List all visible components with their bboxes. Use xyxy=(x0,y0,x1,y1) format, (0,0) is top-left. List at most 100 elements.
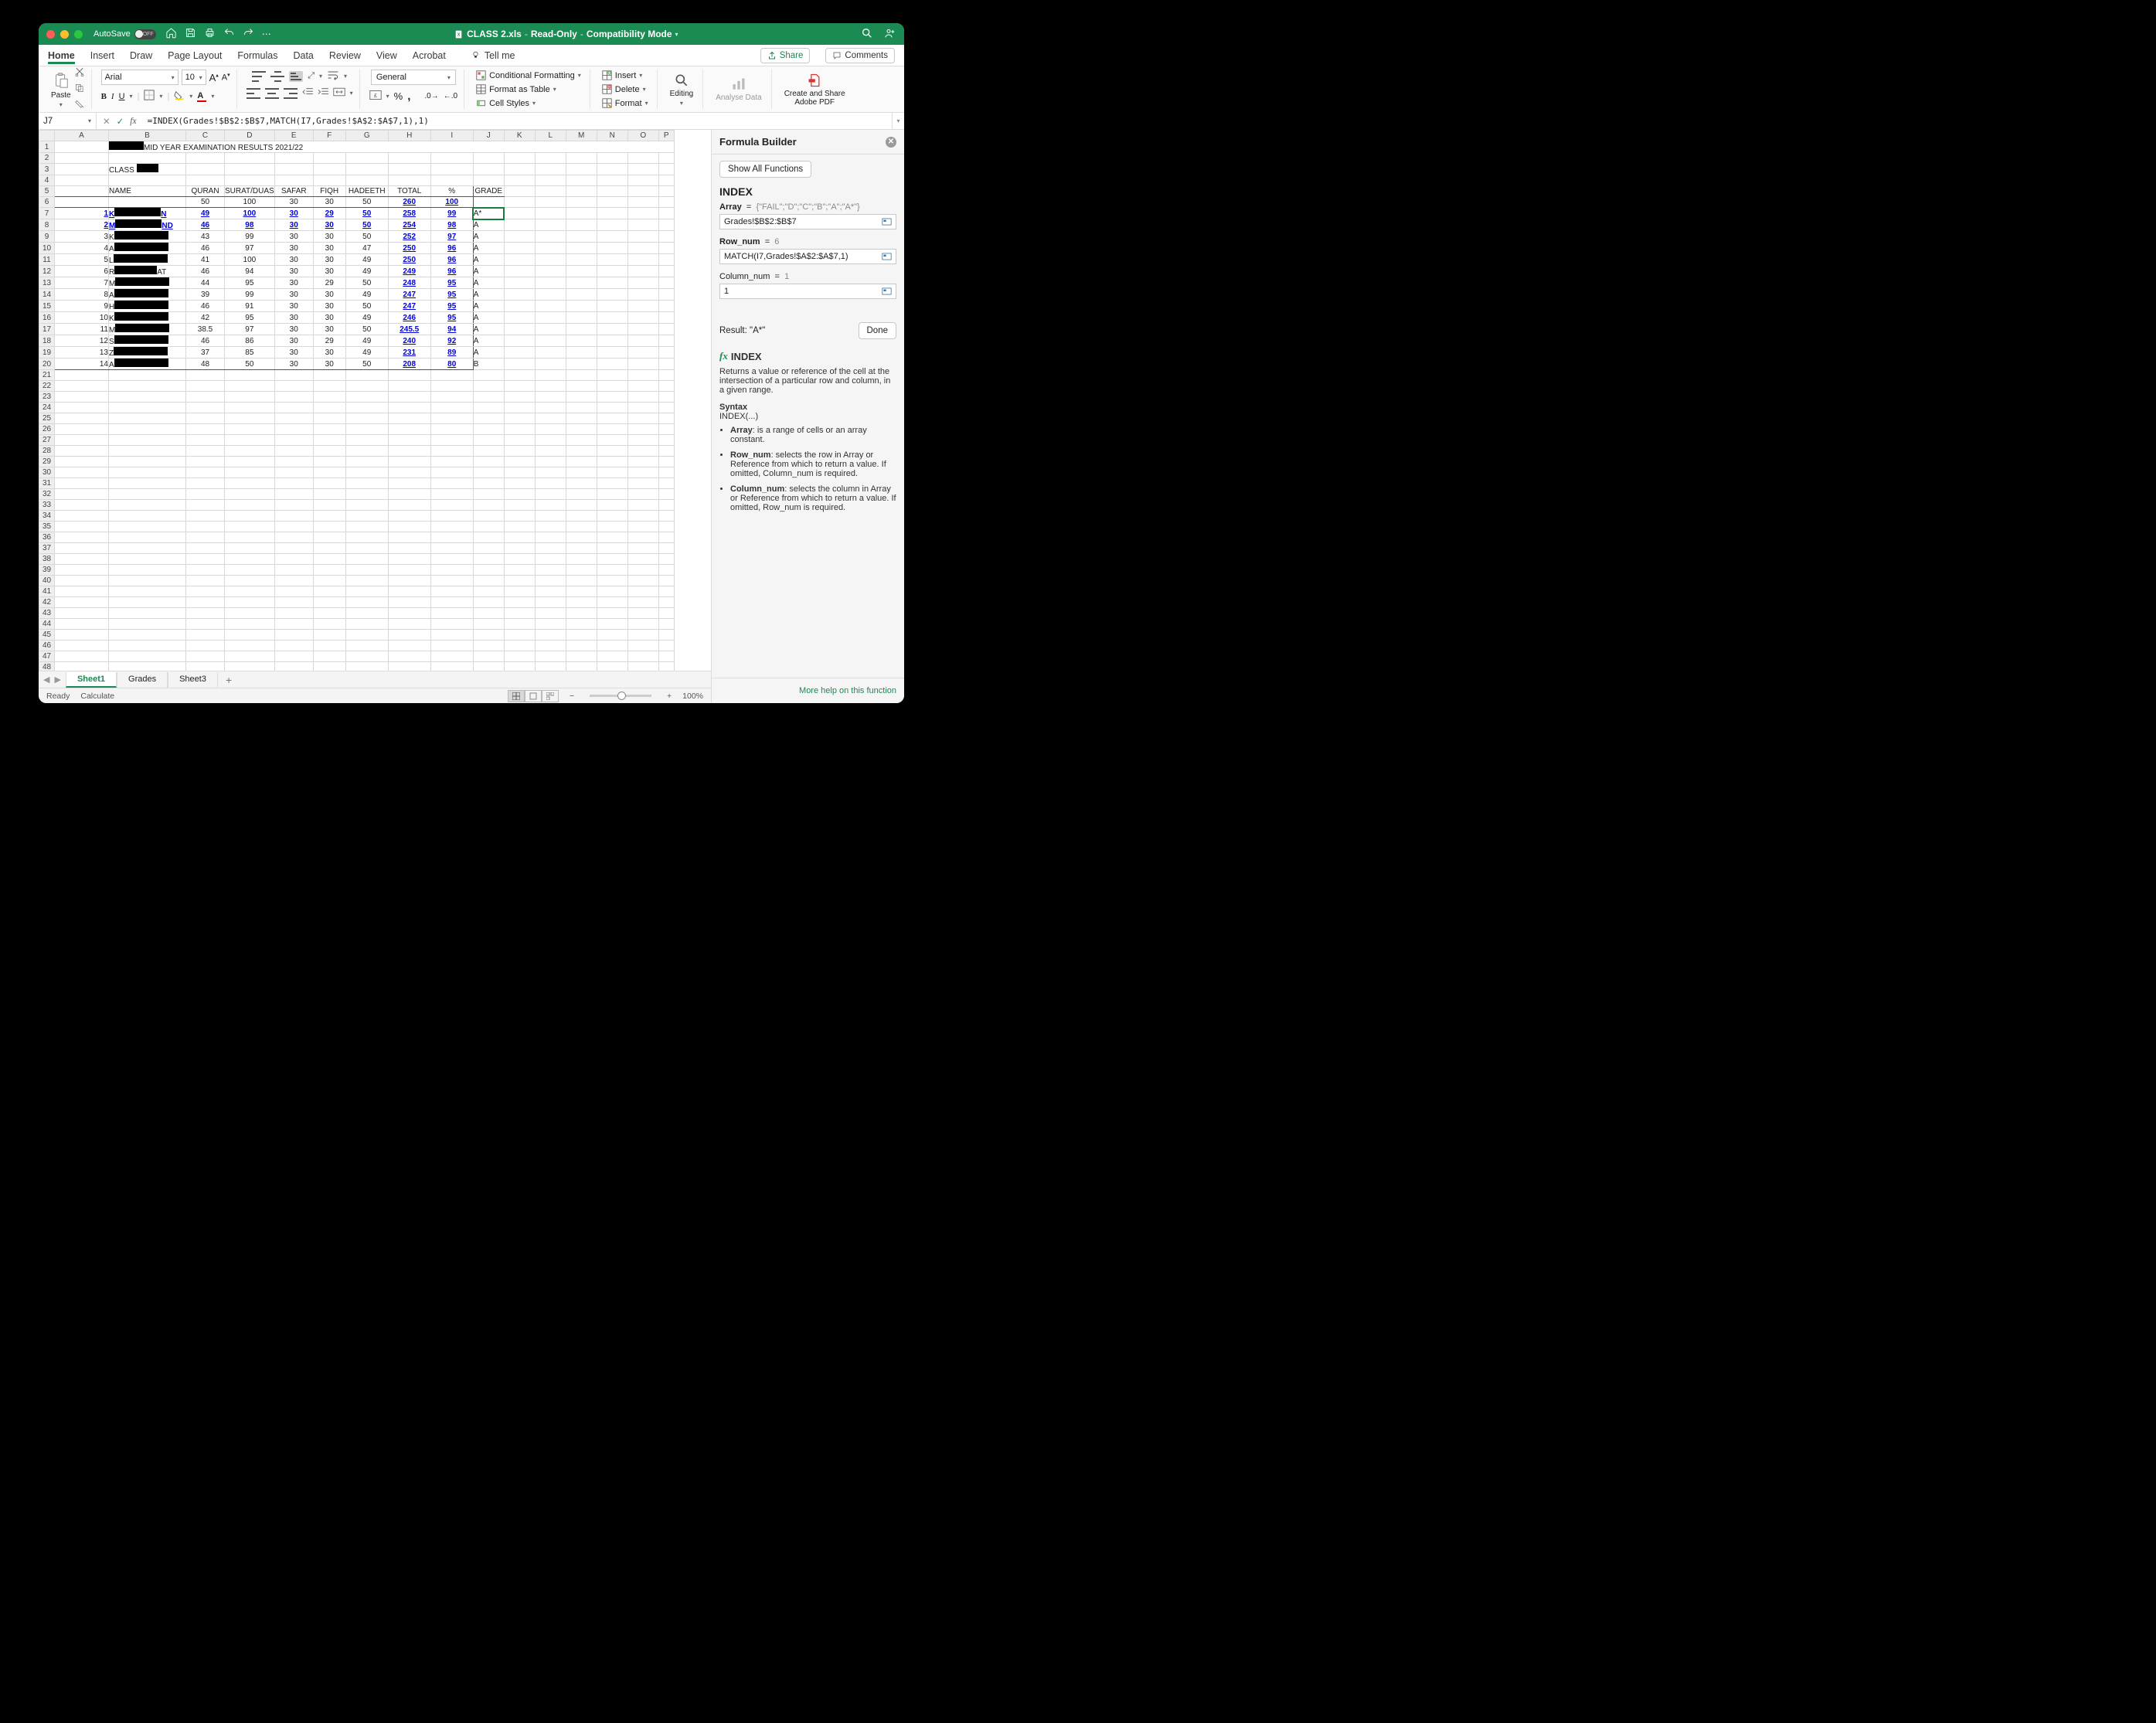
font-color-button[interactable]: A xyxy=(197,91,206,102)
row-head-45[interactable]: 45 xyxy=(39,630,55,641)
row-head-8[interactable]: 8 xyxy=(39,219,55,231)
row-head-18[interactable]: 18 xyxy=(39,335,55,347)
row-head-12[interactable]: 12 xyxy=(39,266,55,277)
increase-decimal-icon[interactable]: .0→ xyxy=(424,92,438,100)
decrease-indent-icon[interactable] xyxy=(302,87,313,99)
chevron-down-icon[interactable]: ▾ xyxy=(675,31,678,38)
autosave-toggle[interactable]: AutoSave OFF xyxy=(94,29,156,39)
redo-icon[interactable] xyxy=(243,27,254,41)
cancel-formula-icon[interactable]: ✕ xyxy=(103,116,111,127)
fill-color-button[interactable] xyxy=(174,90,185,103)
row-head-36[interactable]: 36 xyxy=(39,532,55,543)
row-head-24[interactable]: 24 xyxy=(39,403,55,413)
orientation-icon[interactable]: ⤢ xyxy=(308,71,315,81)
maximize-window-button[interactable] xyxy=(74,30,83,39)
row-head-11[interactable]: 11 xyxy=(39,254,55,266)
more-help-link[interactable]: More help on this function xyxy=(712,678,904,703)
add-sheet-button[interactable]: + xyxy=(218,674,240,686)
font-name-select[interactable]: Arial▾ xyxy=(101,70,179,85)
close-panel-button[interactable]: ✕ xyxy=(886,137,896,148)
tab-data[interactable]: Data xyxy=(293,47,313,64)
print-icon[interactable] xyxy=(204,27,216,41)
share-people-icon[interactable] xyxy=(884,27,896,42)
column-num-input[interactable]: 1 xyxy=(719,284,896,299)
minimize-window-button[interactable] xyxy=(60,30,69,39)
row-head-33[interactable]: 33 xyxy=(39,500,55,511)
col-head-A[interactable]: A xyxy=(55,131,109,141)
tab-page-layout[interactable]: Page Layout xyxy=(168,47,222,64)
format-as-table-button[interactable]: Format as Table▾ xyxy=(474,83,583,95)
save-icon[interactable] xyxy=(185,27,196,41)
col-head-G[interactable]: G xyxy=(345,131,388,141)
sheet-tab-sheet3[interactable]: Sheet3 xyxy=(168,672,218,688)
tab-view[interactable]: View xyxy=(376,47,397,64)
col-head-D[interactable]: D xyxy=(225,131,275,141)
col-head-L[interactable]: L xyxy=(535,131,566,141)
close-window-button[interactable] xyxy=(46,30,55,39)
row-head-30[interactable]: 30 xyxy=(39,467,55,478)
row-head-37[interactable]: 37 xyxy=(39,543,55,554)
align-left-icon[interactable] xyxy=(247,88,260,99)
insert-cells-button[interactable]: Insert▾ xyxy=(600,70,651,81)
delete-cells-button[interactable]: Delete▾ xyxy=(600,83,651,95)
row-head-26[interactable]: 26 xyxy=(39,424,55,435)
tab-formulas[interactable]: Formulas xyxy=(237,47,277,64)
col-head-K[interactable]: K xyxy=(504,131,535,141)
row-head-31[interactable]: 31 xyxy=(39,478,55,489)
row-head-42[interactable]: 42 xyxy=(39,597,55,608)
border-button[interactable] xyxy=(144,90,155,103)
done-button[interactable]: Done xyxy=(859,322,897,339)
italic-button[interactable]: I xyxy=(111,92,114,101)
name-box[interactable]: J7▾ xyxy=(39,113,97,129)
row-head-22[interactable]: 22 xyxy=(39,381,55,392)
number-format-select[interactable]: General▾ xyxy=(371,70,456,85)
row-head-2[interactable]: 2 xyxy=(39,153,55,164)
row-head-40[interactable]: 40 xyxy=(39,576,55,586)
row-head-6[interactable]: 6 xyxy=(39,197,55,208)
normal-view-button[interactable] xyxy=(508,690,525,702)
align-center-icon[interactable] xyxy=(265,88,279,99)
row-head-47[interactable]: 47 xyxy=(39,651,55,662)
align-top-icon[interactable] xyxy=(252,71,266,82)
row-head-21[interactable]: 21 xyxy=(39,370,55,381)
merge-icon[interactable] xyxy=(333,87,345,99)
comments-button[interactable]: Comments xyxy=(825,48,895,63)
align-bottom-icon[interactable] xyxy=(289,71,303,82)
row-head-17[interactable]: 17 xyxy=(39,324,55,335)
col-head-O[interactable]: O xyxy=(627,131,658,141)
decrease-font-icon[interactable]: A▾ xyxy=(222,72,230,83)
row-head-14[interactable]: 14 xyxy=(39,289,55,301)
row-head-35[interactable]: 35 xyxy=(39,522,55,532)
accounting-icon[interactable]: £ xyxy=(369,90,382,103)
col-head-H[interactable]: H xyxy=(388,131,430,141)
row-head-41[interactable]: 41 xyxy=(39,586,55,597)
align-right-icon[interactable] xyxy=(284,88,298,99)
search-icon[interactable] xyxy=(861,27,873,42)
wrap-text-icon[interactable] xyxy=(327,70,339,83)
row-head-34[interactable]: 34 xyxy=(39,511,55,522)
col-head-N[interactable]: N xyxy=(597,131,627,141)
adobe-pdf-button[interactable]: Create and ShareAdobe PDF xyxy=(781,73,848,107)
paste-button[interactable]: Paste▾ xyxy=(51,71,71,108)
row-head-28[interactable]: 28 xyxy=(39,446,55,457)
cut-icon[interactable] xyxy=(74,66,85,80)
page-layout-view-button[interactable] xyxy=(525,690,542,702)
zoom-out-button[interactable]: − xyxy=(570,692,574,701)
row-head-10[interactable]: 10 xyxy=(39,243,55,254)
undo-icon[interactable] xyxy=(223,27,235,41)
sheet-tab-sheet1[interactable]: Sheet1 xyxy=(66,672,117,688)
sheet-tab-grades[interactable]: Grades xyxy=(117,672,168,688)
row-num-input[interactable]: MATCH(I7,Grades!$A$2:$A$7,1) xyxy=(719,249,896,264)
tell-me-button[interactable]: Tell me xyxy=(485,50,515,61)
row-head-39[interactable]: 39 xyxy=(39,565,55,576)
row-head-19[interactable]: 19 xyxy=(39,347,55,359)
row-head-13[interactable]: 13 xyxy=(39,277,55,289)
row-head-16[interactable]: 16 xyxy=(39,312,55,324)
share-button[interactable]: Share xyxy=(760,48,811,63)
accept-formula-icon[interactable]: ✓ xyxy=(117,116,124,127)
zoom-in-button[interactable]: + xyxy=(667,692,672,701)
tab-acrobat[interactable]: Acrobat xyxy=(413,47,446,64)
row-head-23[interactable]: 23 xyxy=(39,392,55,403)
conditional-formatting-button[interactable]: Conditional Formatting▾ xyxy=(474,70,583,81)
bold-button[interactable]: B xyxy=(101,92,107,101)
